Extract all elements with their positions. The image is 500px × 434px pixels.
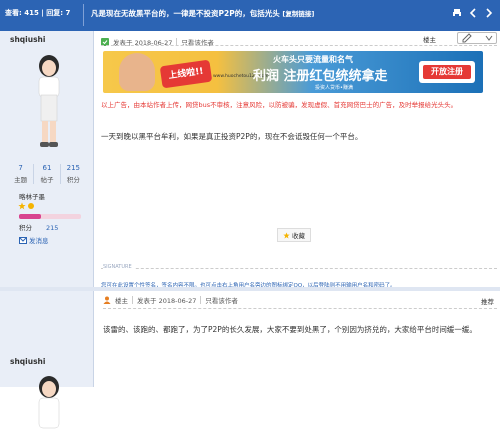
author-stats: 7 主题 61 帖子 215 积分	[8, 164, 86, 184]
post-2-body: 该雷的、该跑的、都跑了，为了P2P的长久发展，大家不要到处黑了，个别因为挤兑的，…	[103, 325, 477, 334]
floor-label-2: 推荐	[481, 298, 494, 306]
ad-disclaimer: 以上广告，由本站作者上传，网贷bus不审核，注意风险，以防被骗，发现虚假、首充网…	[101, 101, 458, 109]
post-tool-box[interactable]	[457, 32, 497, 44]
thread-title-text: 凡是现在无故黑平台的，一律是不投资P2P的，包括光头	[91, 9, 280, 18]
chevron-down-icon	[485, 35, 493, 41]
star-icon	[283, 231, 290, 238]
author-sidebar: shqiushi 7 主题 61 帖子 215 积分 略林子墨 积分 215 发…	[0, 31, 94, 429]
ad-banner[interactable]: 上线啦!! www.huochetou123.com 火车头只要流量和名气 利润…	[103, 51, 483, 93]
user-icon	[103, 296, 111, 304]
banner-register-button[interactable]: 开放注册	[419, 61, 475, 83]
avatar-2[interactable]	[27, 374, 71, 434]
rank-star-icon	[18, 202, 35, 210]
stat-posts[interactable]: 61 帖子	[34, 164, 61, 184]
print-icon[interactable]	[452, 8, 462, 18]
banner-main-line: 利润 注册红包统统拿走	[253, 69, 388, 84]
author-name[interactable]: shqiushi	[10, 35, 45, 44]
header-icons	[452, 8, 494, 18]
floor-owner-label: 楼主	[115, 297, 128, 305]
post-2-date: 发表于 2018-06-27	[137, 297, 197, 305]
banner-portrait	[119, 53, 155, 91]
favorite-button[interactable]: 收藏	[277, 228, 311, 242]
post-body: 一天到晚以黑平台牟利，如果是真正投资P2P的，现在不会诋毁任何一个平台。	[101, 132, 363, 141]
thread-title: 凡是现在无故黑平台的，一律是不投资P2P的，包括光头 [复制链接]	[91, 8, 314, 19]
envelope-icon	[19, 236, 27, 244]
rank-progress-fill	[19, 214, 41, 219]
floor-label: 楼主	[423, 36, 436, 44]
banner-headline: 上线啦!!	[159, 59, 213, 89]
stat-points[interactable]: 215 积分	[61, 164, 86, 184]
thread-stats: 查看: 415 | 回复: 7	[5, 9, 71, 17]
edit-icon	[462, 33, 472, 43]
avatar[interactable]	[27, 53, 71, 153]
score: 积分 215	[19, 224, 59, 232]
copy-link-button[interactable]: [复制链接]	[282, 10, 314, 18]
author-name-2[interactable]: shqiushi	[10, 357, 45, 366]
post-2: 楼主 发表于 2018-06-27 只看该作者 推荐 该雷的、该跑的、都跑了，为…	[95, 291, 500, 387]
only-author-link-2[interactable]: 只看该作者	[205, 295, 238, 305]
post-2-meta: 楼主 发表于 2018-06-27 只看该作者	[103, 295, 238, 305]
next-thread-icon[interactable]	[484, 8, 494, 18]
thread-header: 查看: 415 | 回复: 7 凡是现在无故黑平台的，一律是不投资P2P的，包括…	[0, 0, 500, 31]
user-rank: 略林子墨	[19, 193, 45, 201]
send-message-button[interactable]: 发消息	[19, 235, 49, 245]
banner-top-line: 火车头只要流量和名气	[273, 55, 353, 64]
stat-topics[interactable]: 7 主题	[8, 164, 35, 184]
rank-progress-bar	[19, 214, 81, 219]
signature-label: SIGNATURE	[103, 264, 135, 270]
prev-thread-icon[interactable]	[468, 8, 478, 18]
header-divider	[83, 4, 84, 26]
banner-foot-line: 投资人贷币•赚满	[315, 85, 353, 91]
